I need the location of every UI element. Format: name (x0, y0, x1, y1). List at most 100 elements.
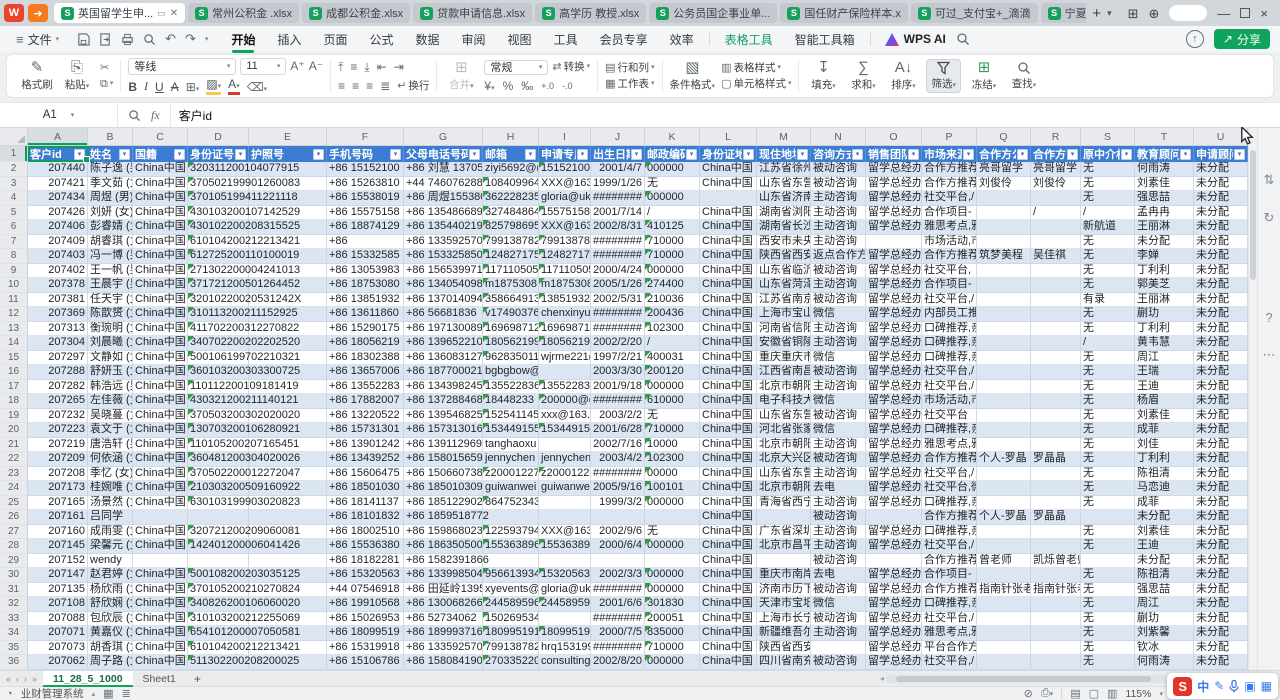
cell-A23[interactable]: 207208 (28, 467, 88, 482)
cell-J28[interactable]: 2000/6/4 (591, 539, 645, 554)
minimize-button[interactable]: — (1217, 7, 1230, 20)
cell-M18[interactable]: 电子科技大 (757, 394, 811, 409)
cell-R11[interactable] (1031, 293, 1081, 308)
column-header-S[interactable]: 原中介机构▾ (1081, 146, 1135, 162)
cell-B14[interactable]: 刘晨曦 (女 (88, 336, 133, 351)
cell-H20[interactable]: 153449155 (483, 423, 539, 438)
cell-P25[interactable]: 口碑推荐,亲友 (922, 496, 977, 511)
cell-I17[interactable]: 135522836 (539, 380, 591, 395)
cell-O15[interactable]: 留学总经办 (866, 351, 922, 366)
cell-J18[interactable]: ######## (591, 394, 645, 409)
save-icon[interactable] (77, 33, 90, 46)
insert-function-icon[interactable]: fx (151, 108, 160, 123)
filter-dropdown-icon[interactable]: ▾ (577, 149, 588, 160)
cell-B33[interactable]: 包欣辰 (女 (88, 612, 133, 627)
cell-N30[interactable]: 去电 (811, 568, 866, 583)
cell-P21[interactable]: 雅思考点,雅思 (922, 438, 977, 453)
cell-L16[interactable]: China中国 (700, 365, 757, 380)
cell-U31[interactable]: 未分配 (1194, 583, 1248, 598)
cell-C13[interactable]: China中国 (133, 322, 188, 337)
sum-button[interactable]: ∑ 求和▾ (846, 60, 880, 92)
cell-L2[interactable]: China中国 (700, 162, 757, 177)
cell-F8[interactable]: +86 15332585 (327, 249, 404, 264)
cell-J11[interactable]: 2002/5/31 (591, 293, 645, 308)
cell-U4[interactable]: 未分配 (1194, 191, 1248, 206)
cell-M34[interactable]: 新疆维吾尔 (757, 626, 811, 641)
cell-G4[interactable]: +86 周煜155380 (404, 191, 483, 206)
column-header-F[interactable]: 手机号码▾ (327, 146, 404, 162)
picture-icon[interactable]: ▣ (1244, 679, 1255, 693)
cell-R8[interactable]: 吴佳祺 (1031, 249, 1081, 264)
cell-M4[interactable]: 山东省济南 (757, 191, 811, 206)
filter-dropdown-icon[interactable]: ▾ (235, 149, 246, 160)
row-number-6[interactable]: 6 (0, 220, 28, 235)
cell-D21[interactable]: 110105200207165451 (188, 438, 249, 453)
cell-I14[interactable]: 180562199 (539, 336, 591, 351)
menu-item-3[interactable]: 页面 (312, 28, 358, 51)
cell-H21[interactable]: tanghaoxu (483, 438, 539, 453)
document-tab[interactable]: S国任财产保险样本.x (780, 3, 908, 23)
cell-T3[interactable]: 刘素佳 (1135, 177, 1194, 192)
cell-A32[interactable]: 207108 (28, 597, 88, 612)
cell-Q25[interactable] (977, 496, 1031, 511)
row-number-16[interactable]: 16 (0, 365, 28, 380)
font-color-button[interactable]: A▾ (228, 79, 240, 95)
cell-A4[interactable]: 207434 (28, 191, 88, 206)
cell-A11[interactable]: 207381 (28, 293, 88, 308)
cell-I27[interactable]: XXX@163.c (539, 525, 591, 540)
cell-K26[interactable] (645, 510, 700, 525)
cell-D20[interactable]: 130703200106280921 (188, 423, 249, 438)
cell-D22[interactable]: 360481200304020026 (188, 452, 249, 467)
cell-R25[interactable] (1031, 496, 1081, 511)
tab-list-caret-icon[interactable]: ▾ (1107, 8, 1112, 19)
cell-Q12[interactable] (977, 307, 1031, 322)
row-number-28[interactable]: 28 (0, 539, 28, 554)
cell-J26[interactable] (591, 510, 645, 525)
cell-H16[interactable]: bgbgbow@ (483, 365, 539, 380)
cell-L33[interactable]: China中国 (700, 612, 757, 627)
align-left-icon[interactable]: ≡ (338, 79, 345, 93)
cell-F33[interactable]: +86 15026953 (327, 612, 404, 627)
cell-P30[interactable]: 合作项目- (922, 568, 977, 583)
cell-H6[interactable]: 825798695 (483, 220, 539, 235)
cell-Q29[interactable]: 曾老师 (977, 554, 1031, 569)
wps-logo[interactable]: W (4, 4, 24, 22)
cell-C17[interactable]: China中国 (133, 380, 188, 395)
cell-D16[interactable]: 360103200303300725 (188, 365, 249, 380)
cell-G29[interactable]: +86 1582391866 (404, 554, 483, 569)
cell-T8[interactable]: 李婵 (1135, 249, 1194, 264)
cell-D2[interactable]: 320311200104077915 (188, 162, 249, 177)
cell-A36[interactable]: 207062 (28, 655, 88, 670)
filter-dropdown-icon[interactable]: ▾ (1180, 149, 1191, 160)
cell-H15[interactable]: 962835011 (483, 351, 539, 366)
cell-C19[interactable]: China中国 (133, 409, 188, 424)
page-layout-view-icon[interactable]: ▢ (1089, 687, 1099, 700)
cell-O9[interactable]: 留学总经办 (866, 264, 922, 279)
cell-L11[interactable]: China中国 (700, 293, 757, 308)
row-number-24[interactable]: 24 (0, 481, 28, 496)
cell-E29[interactable] (249, 554, 327, 569)
number-format-select[interactable]: 常规▾ (484, 60, 548, 75)
column-letter-O[interactable]: O (866, 128, 922, 146)
cell-I10[interactable]: m1875308 (539, 278, 591, 293)
cell-N18[interactable]: 微信 (811, 394, 866, 409)
cell-G23[interactable]: +86 1506607386 (404, 467, 483, 482)
handwrite-icon[interactable]: ✎ (1214, 679, 1224, 693)
cell-G3[interactable]: +44 7460762888 (404, 177, 483, 192)
cell-G32[interactable]: +86 1300682663 (404, 597, 483, 612)
cell-A31[interactable]: 207135 (28, 583, 88, 598)
cell-U17[interactable]: 未分配 (1194, 380, 1248, 395)
cell-C9[interactable]: China中国 (133, 264, 188, 279)
cell-S20[interactable]: 无 (1081, 423, 1135, 438)
cell-C12[interactable]: China中国 (133, 307, 188, 322)
cell-B18[interactable]: 左佳薇 (女 (88, 394, 133, 409)
row-number-36[interactable]: 36 (0, 655, 28, 670)
document-tab[interactable]: S公务员国企事业单... (649, 3, 777, 23)
cell-R22[interactable]: 罗晶晶 (1031, 452, 1081, 467)
cell-T32[interactable]: 周江 (1135, 597, 1194, 612)
docer-icon[interactable]: ➔ (28, 4, 48, 22)
cell-R9[interactable] (1031, 264, 1081, 279)
menu-item-7[interactable]: 视图 (497, 28, 543, 51)
cut-button[interactable]: ✂ (100, 62, 113, 74)
cell-R19[interactable] (1031, 409, 1081, 424)
